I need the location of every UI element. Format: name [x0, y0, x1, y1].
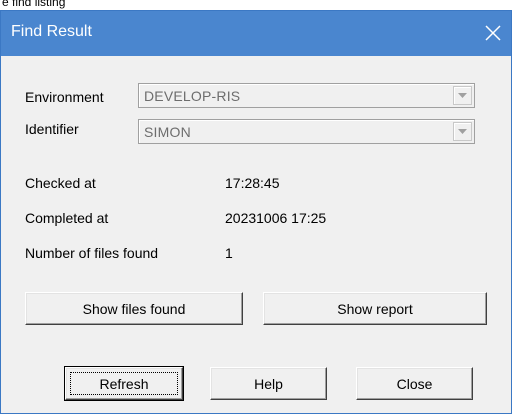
- background-window-strip: e find listing: [0, 0, 518, 10]
- show-report-button[interactable]: Show report: [263, 292, 487, 325]
- chevron-down-icon[interactable]: [453, 122, 472, 141]
- environment-select[interactable]: DEVELOP-RIS: [138, 83, 475, 108]
- environment-value: DEVELOP-RIS: [144, 88, 241, 104]
- checked-at-label: Checked at: [25, 175, 96, 191]
- identifier-label: Identifier: [25, 121, 79, 137]
- title-bar[interactable]: Find Result: [1, 11, 511, 56]
- window-title: Find Result: [11, 23, 92, 40]
- files-found-value: 1: [225, 245, 233, 261]
- identifier-value: SIMON: [144, 124, 191, 140]
- find-result-dialog: Find Result Environment DEVELOP-RIS Iden…: [0, 10, 512, 414]
- completed-at-label: Completed at: [25, 210, 109, 226]
- environment-label: Environment: [25, 89, 104, 105]
- checked-at-value: 17:28:45: [225, 175, 280, 191]
- show-files-found-button[interactable]: Show files found: [25, 292, 243, 325]
- chevron-down-icon[interactable]: [453, 86, 472, 105]
- show-report-label: Show report: [337, 300, 413, 317]
- completed-at-value: 20231006 17:25: [225, 210, 327, 226]
- show-files-found-label: Show files found: [82, 300, 186, 317]
- help-button[interactable]: Help: [210, 367, 327, 400]
- close-button[interactable]: Close: [356, 367, 473, 400]
- refresh-label: Refresh: [99, 375, 149, 392]
- identifier-select[interactable]: SIMON: [138, 119, 475, 144]
- files-found-label: Number of files found: [25, 245, 159, 261]
- refresh-button[interactable]: Refresh: [64, 366, 184, 401]
- close-label: Close: [396, 375, 433, 392]
- help-label: Help: [254, 375, 283, 392]
- close-icon[interactable]: [481, 21, 505, 45]
- background-text: e find listing: [2, 0, 66, 9]
